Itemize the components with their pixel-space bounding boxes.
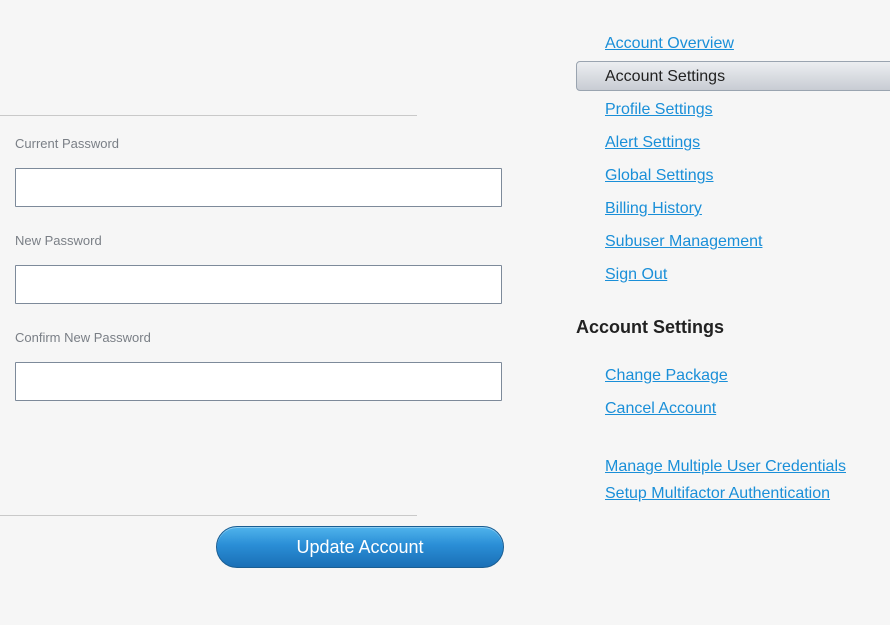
confirm-password-label: Confirm New Password xyxy=(15,330,151,345)
nav-account-settings-label: Account Settings xyxy=(605,68,726,85)
new-password-label: New Password xyxy=(15,233,102,248)
current-password-label: Current Password xyxy=(15,136,120,151)
nav-alert-settings[interactable]: Alert Settings xyxy=(605,134,700,152)
divider-bottom xyxy=(0,515,417,516)
manage-credentials-link[interactable]: Manage Multiple User Credentials xyxy=(605,458,846,476)
current-password-input[interactable] xyxy=(15,168,502,207)
nav-account-settings[interactable]: Account Settings xyxy=(576,61,890,91)
account-settings-heading: Account Settings xyxy=(576,317,725,337)
setup-mfa-link[interactable]: Setup Multifactor Authentication xyxy=(605,485,830,503)
nav-subuser-management[interactable]: Subuser Management xyxy=(605,233,762,251)
nav-sign-out[interactable]: Sign Out xyxy=(605,266,667,284)
confirm-password-input[interactable] xyxy=(15,362,502,401)
update-account-button[interactable]: Update Account xyxy=(216,526,504,568)
change-package-link[interactable]: Change Package xyxy=(605,367,728,385)
nav-account-overview[interactable]: Account Overview xyxy=(605,35,734,53)
new-password-input[interactable] xyxy=(15,265,502,304)
nav-global-settings[interactable]: Global Settings xyxy=(605,167,714,185)
cancel-account-link[interactable]: Cancel Account xyxy=(605,400,716,418)
nav-profile-settings[interactable]: Profile Settings xyxy=(605,101,713,119)
nav-billing-history[interactable]: Billing History xyxy=(605,200,702,218)
divider-top xyxy=(0,115,417,116)
